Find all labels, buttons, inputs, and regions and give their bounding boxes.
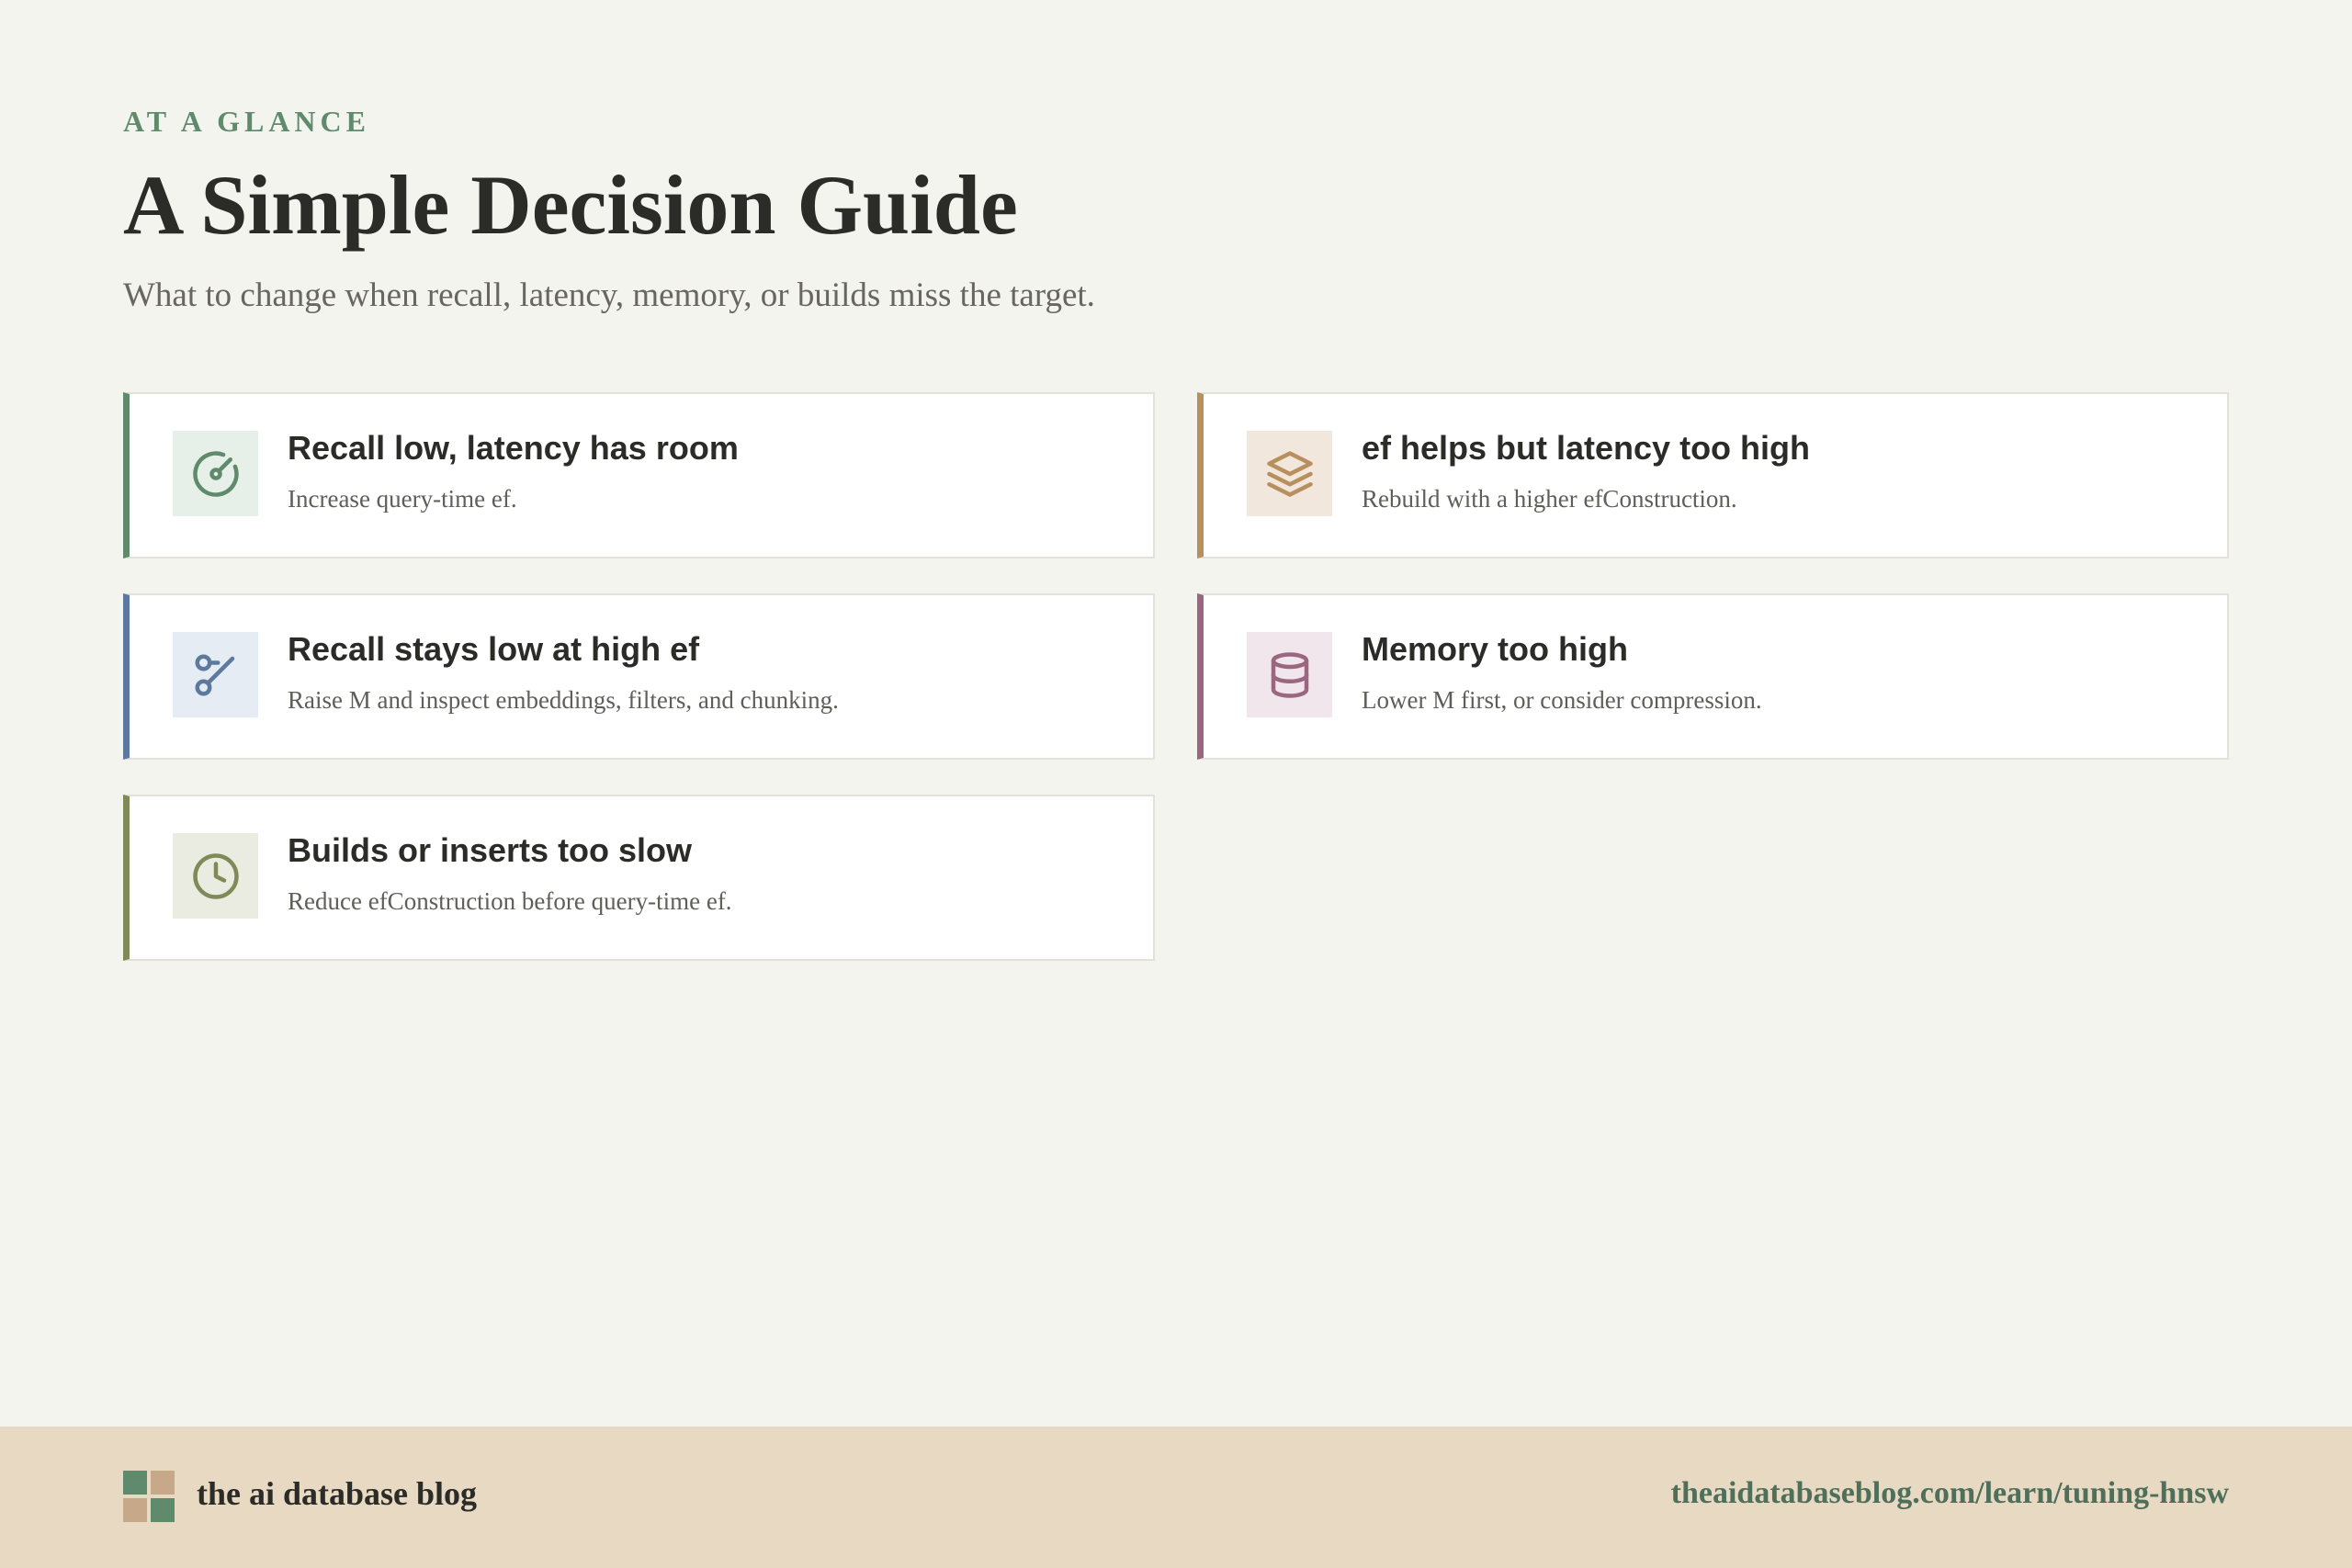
git-branch-icon xyxy=(173,632,258,717)
layers-icon xyxy=(1247,431,1332,516)
decision-card-latency-high: ef helps but latency too high Rebuild wi… xyxy=(1197,392,2229,558)
article-url-link[interactable]: theaidatabaseblog.com/learn/tuning-hnsw xyxy=(1671,1476,2229,1511)
footer: the ai database blog theaidatabaseblog.c… xyxy=(0,1427,2352,1568)
clock-icon xyxy=(173,833,258,919)
card-description: Increase query-time ef. xyxy=(288,485,517,513)
card-description: Raise M and inspect embeddings, filters,… xyxy=(288,686,839,714)
logo-square xyxy=(123,1498,147,1522)
card-title: Recall stays low at high ef xyxy=(288,630,700,668)
decision-card-memory-high: Memory too high Lower M first, or consid… xyxy=(1197,593,2229,760)
decision-grid: Recall low, latency has room Increase qu… xyxy=(123,392,2229,961)
gauge-icon xyxy=(173,431,258,516)
logo-icon xyxy=(123,1471,175,1522)
card-title: ef helps but latency too high xyxy=(1362,429,1811,467)
decision-card-builds-slow: Builds or inserts too slow Reduce efCons… xyxy=(123,795,1155,961)
database-icon xyxy=(1247,632,1332,717)
card-description: Rebuild with a higher efConstruction. xyxy=(1362,485,1737,513)
card-title: Builds or inserts too slow xyxy=(288,831,693,869)
page-subtitle: What to change when recall, latency, mem… xyxy=(123,276,1095,314)
decision-card-recall-low: Recall low, latency has room Increase qu… xyxy=(123,392,1155,558)
brand-name: the ai database blog xyxy=(197,1475,478,1512)
card-description: Lower M first, or consider compression. xyxy=(1362,686,1762,714)
logo-square xyxy=(151,1498,175,1522)
page-title: A Simple Decision Guide xyxy=(123,158,1018,252)
logo-square xyxy=(151,1471,175,1495)
logo-square xyxy=(123,1471,147,1495)
card-title: Recall low, latency has room xyxy=(288,429,739,467)
eyebrow-label: AT A GLANCE xyxy=(123,105,370,138)
card-description: Reduce efConstruction before query-time … xyxy=(288,887,732,915)
card-title: Memory too high xyxy=(1362,630,1628,668)
decision-card-recall-stays-low: Recall stays low at high ef Raise M and … xyxy=(123,593,1155,760)
